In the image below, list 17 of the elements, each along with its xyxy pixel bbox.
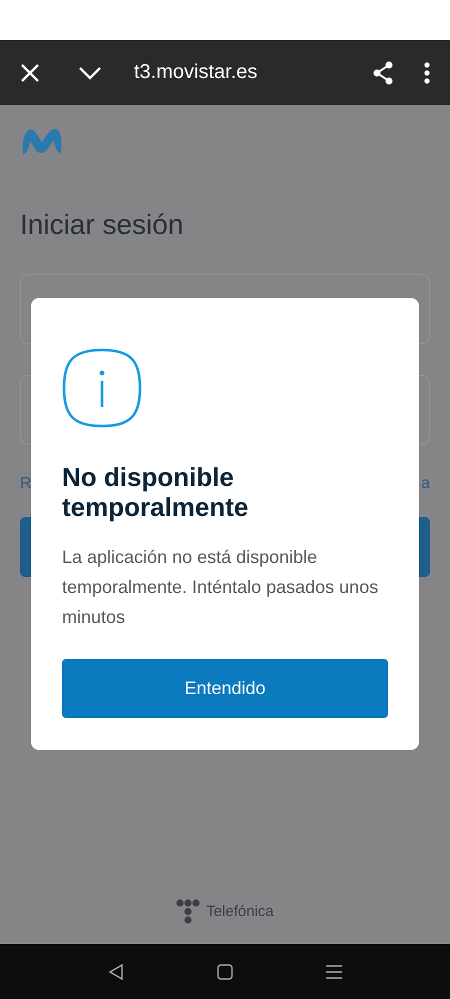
brand-logo-icon <box>176 899 202 924</box>
share-icon[interactable] <box>372 60 394 84</box>
more-icon[interactable] <box>424 62 430 84</box>
dialog-message: La aplicación no está disponible temporalmente. Inténtalo pasados unos minutos <box>62 546 380 629</box>
menu-icon[interactable] <box>326 964 342 980</box>
back-icon[interactable] <box>108 962 124 980</box>
confirm-button[interactable]: Entendido <box>62 659 388 718</box>
brand-name: Telefónica <box>206 903 274 920</box>
info-icon <box>62 348 142 428</box>
link[interactable]: a <box>421 475 430 493</box>
url-text: t3.movistar.es <box>134 61 258 84</box>
dialog-title: No disponible temporalmente <box>62 462 250 522</box>
home-icon[interactable] <box>217 964 233 980</box>
close-icon[interactable] <box>20 62 40 82</box>
page-title: Iniciar sesión <box>20 209 184 241</box>
chevron-down-icon[interactable] <box>78 66 102 80</box>
link[interactable]: R <box>20 475 32 493</box>
